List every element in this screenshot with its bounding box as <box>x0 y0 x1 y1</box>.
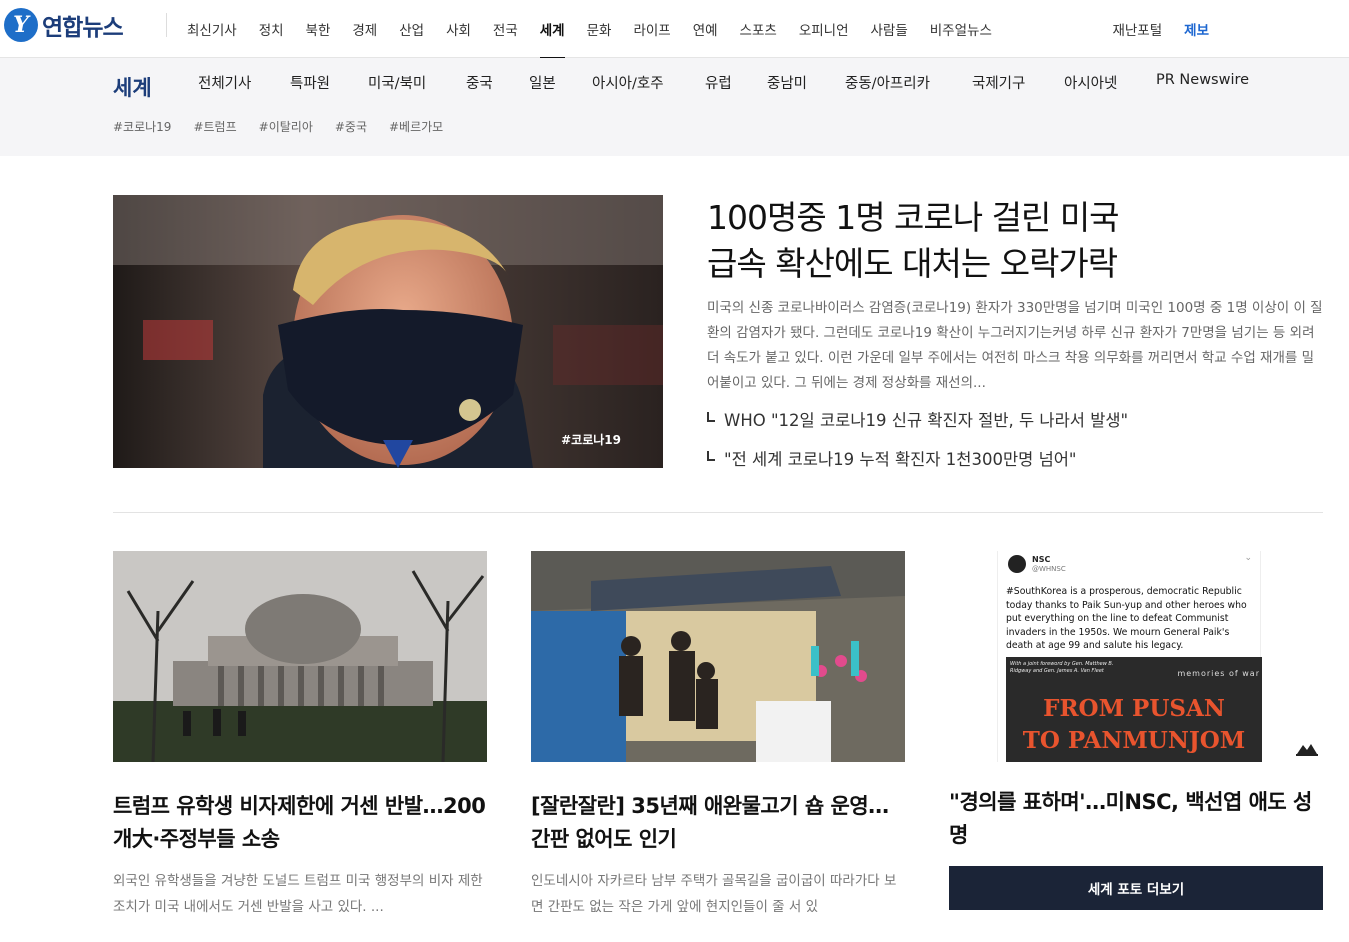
disaster-portal-link[interactable]: 재난포털 <box>1112 19 1162 39</box>
trump-mask-photo <box>113 195 663 468</box>
mit-dome-photo <box>113 551 487 763</box>
headline-title-line: 급속 확산에도 대처는 오락가락 <box>707 244 1118 283</box>
book-title-line-1: FROM PUSAN <box>1043 695 1225 722</box>
section-submenu-item[interactable]: 중남미 <box>767 72 807 93</box>
logo-text: 연합뉴스 <box>42 15 124 41</box>
gnb-item[interactable]: 전국 <box>482 0 529 58</box>
hashtag-link[interactable]: #베르가모 <box>389 118 443 135</box>
book-title-line-2: TO PANMUNJOM <box>1022 727 1246 754</box>
gnb-item[interactable]: 산업 <box>388 0 435 58</box>
news-card: 트럼프 유학생 비자제한에 거센 반발…200개大·주정부들 소송 외국인 유학… <box>113 551 487 920</box>
news-card: [잘란잘란] 35년째 애완물고기 숍 운영…간판 없어도 인기 인도네시아 자… <box>531 551 905 920</box>
headline-title-line: 100명중 1명 코로나 걸린 미국 <box>707 198 1120 237</box>
section-bar: 세계 전체기사 특파원 미국/북미 중국 일본 아시아/호주 유럽 중남미 중동/아프리카 국제기… <box>0 58 1349 156</box>
section-title: 세계 <box>113 76 152 100</box>
utility-links: 재난포털 제보 <box>1112 0 1209 58</box>
tweet-handle: @WHNSC <box>1032 565 1066 573</box>
hashtag-link[interactable]: #이탈리아 <box>259 118 313 135</box>
hashtag-link[interactable]: #코로나19 <box>113 118 171 135</box>
tweet-text: #SouthKorea is a prosperous, democratic … <box>1006 586 1247 651</box>
tweet-account: NSC <box>1032 555 1051 564</box>
logo-divider <box>166 13 167 37</box>
card-title[interactable]: [잘란잘란] 35년째 애완물고기 숍 운영…간판 없어도 인기 <box>531 790 905 856</box>
section-submenu-item[interactable]: 유럽 <box>705 72 732 93</box>
section-submenu-item[interactable]: 미국/북미 <box>368 72 426 93</box>
gnb-item[interactable]: 연예 <box>682 0 729 58</box>
yonhap-logo[interactable]: Y 연합뉴스 <box>4 8 124 42</box>
card-photo[interactable] <box>113 551 487 766</box>
headline-summary: 미국의 신종 코로나바이러스 감염증(코로나19) 환자가 330만명을 넘기며… <box>707 300 1323 391</box>
related-article-link[interactable]: WHO "12일 코로나19 신규 확진자 절반, 두 나라서 발생" <box>707 407 1128 446</box>
chevron-down-icon: ⌄ <box>1244 553 1252 563</box>
headline-photo-tag: #코로나19 <box>561 433 621 447</box>
headline-title[interactable]: 100명중 1명 코로나 걸린 미국급속 확산에도 대처는 오락가락 <box>707 195 1227 287</box>
section-submenu-item[interactable]: 특파원 <box>290 72 330 93</box>
gnb-item[interactable]: 스포츠 <box>729 0 788 58</box>
book-series: memories of war <box>1177 669 1260 678</box>
section-hashtags: #코로나19 #트럼프 #이탈리아 #중국 #베르가모 <box>113 118 443 135</box>
gnb-item[interactable]: 라이프 <box>622 0 681 58</box>
tweet-screenshot: NSC @WHNSC ⌄ #SouthKorea is a prosperous… <box>997 551 1262 762</box>
section-submenu-item[interactable]: PR Newswire <box>1156 72 1249 88</box>
world-photo-more-button[interactable]: 세계 포토 더보기 <box>949 866 1323 910</box>
related-articles: WHO "12일 코로나19 신규 확진자 절반, 두 나라서 발생" "전 세계… <box>707 407 1128 485</box>
section-submenu-item[interactable]: 일본 <box>529 72 556 93</box>
gnb-item[interactable]: 북한 <box>295 0 342 58</box>
hashtag-link[interactable]: #트럼프 <box>193 118 236 135</box>
section-submenu-item[interactable]: 중국 <box>466 72 493 93</box>
related-article-link[interactable]: "전 세계 코로나19 누적 확진자 1천300만명 넘어" <box>707 446 1128 485</box>
hashtag-link[interactable]: #중국 <box>335 118 367 135</box>
gnb-item[interactable]: 비주얼뉴스 <box>919 0 1003 58</box>
gnb-item[interactable]: 세계 <box>529 0 576 59</box>
section-submenu-item[interactable]: 전체기사 <box>198 72 251 93</box>
card-photo[interactable] <box>531 551 905 766</box>
section-submenu-item[interactable]: 국제기구 <box>972 72 1025 93</box>
book-cover: With a joint foreword by Gen. Matthew B.… <box>1006 657 1262 762</box>
section-submenu-item[interactable]: 중동/아프리카 <box>845 72 930 93</box>
gnb-item[interactable]: 사회 <box>435 0 482 58</box>
tip-link[interactable]: 제보 <box>1184 19 1209 39</box>
photo-gallery-icon <box>1296 744 1318 756</box>
section-submenu-item[interactable]: 아시아넷 <box>1064 72 1117 93</box>
top-navigation-bar: Y 연합뉴스 최신기사 정치 북한 경제 산업 사회 전국 세계 문화 라이프 연예 스포츠 오피니언 사… <box>0 0 1349 59</box>
headline-photo[interactable]: #코로나19 <box>113 195 663 468</box>
fish-shop-photo <box>531 551 905 762</box>
main-menu: 최신기사 정치 북한 경제 산업 사회 전국 세계 문화 라이프 연예 스포츠 오피니언 사람들 비주얼뉴스 <box>176 0 1003 59</box>
gnb-item[interactable]: 정치 <box>248 0 295 58</box>
card-title[interactable]: 트럼프 유학생 비자제한에 거센 반발…200개大·주정부들 소송 <box>113 790 487 856</box>
section-submenu-item[interactable]: 아시아/호주 <box>592 72 664 93</box>
book-foreword: With a joint foreword by Gen. Matthew B.… <box>1010 661 1114 674</box>
logo-mark-icon: Y <box>4 8 38 42</box>
nsc-avatar <box>1008 555 1026 573</box>
card-summary: 외국인 유학생들을 겨냥한 도널드 트럼프 미국 행정부의 비자 제한 조치가 … <box>113 873 483 915</box>
gnb-item[interactable]: 문화 <box>576 0 623 58</box>
gnb-item[interactable]: 오피니언 <box>788 0 860 58</box>
news-card: NSC @WHNSC ⌄ #SouthKorea is a prosperous… <box>949 551 1323 852</box>
gnb-item[interactable]: 경제 <box>341 0 388 58</box>
headline-article: #코로나19 100명중 1명 코로나 걸린 미국급속 확산에도 대처는 오락가… <box>113 195 1323 513</box>
gnb-item[interactable]: 사람들 <box>860 0 919 58</box>
card-title[interactable]: "경의를 표하며'…미NSC, 백선엽 애도 성명 <box>949 786 1323 852</box>
card-summary: 인도네시아 자카르타 남부 주택가 골목길을 굽이굽이 따라가다 보면 간판도 … <box>531 873 897 915</box>
card-photo[interactable]: NSC @WHNSC ⌄ #SouthKorea is a prosperous… <box>949 551 1323 762</box>
gnb-item[interactable]: 최신기사 <box>176 0 248 58</box>
